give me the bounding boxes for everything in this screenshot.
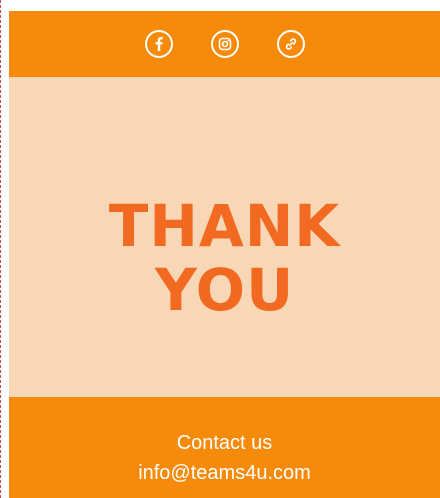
thank-you-title-line-1: THANK — [108, 192, 341, 260]
contact-email[interactable]: info@teams4u.com — [9, 458, 440, 488]
instagram-link[interactable] — [210, 30, 239, 58]
page: THANK YOU Contact us info@teams4u.com — [0, 0, 440, 498]
facebook-icon — [155, 37, 163, 51]
website-link[interactable] — [276, 30, 305, 58]
email-card: THANK YOU Contact us info@teams4u.com — [9, 11, 440, 498]
contact-footer: Contact us info@teams4u.com — [9, 397, 440, 498]
left-dashed-rule — [0, 0, 1, 498]
social-header — [9, 11, 440, 77]
thank-you-banner: THANK YOU — [9, 77, 440, 397]
thank-you-title-line-2: YOU — [154, 256, 295, 324]
instagram-icon — [218, 37, 231, 51]
link-icon — [285, 38, 296, 50]
facebook-link[interactable] — [144, 30, 173, 58]
contact-label: Contact us — [176, 432, 273, 454]
